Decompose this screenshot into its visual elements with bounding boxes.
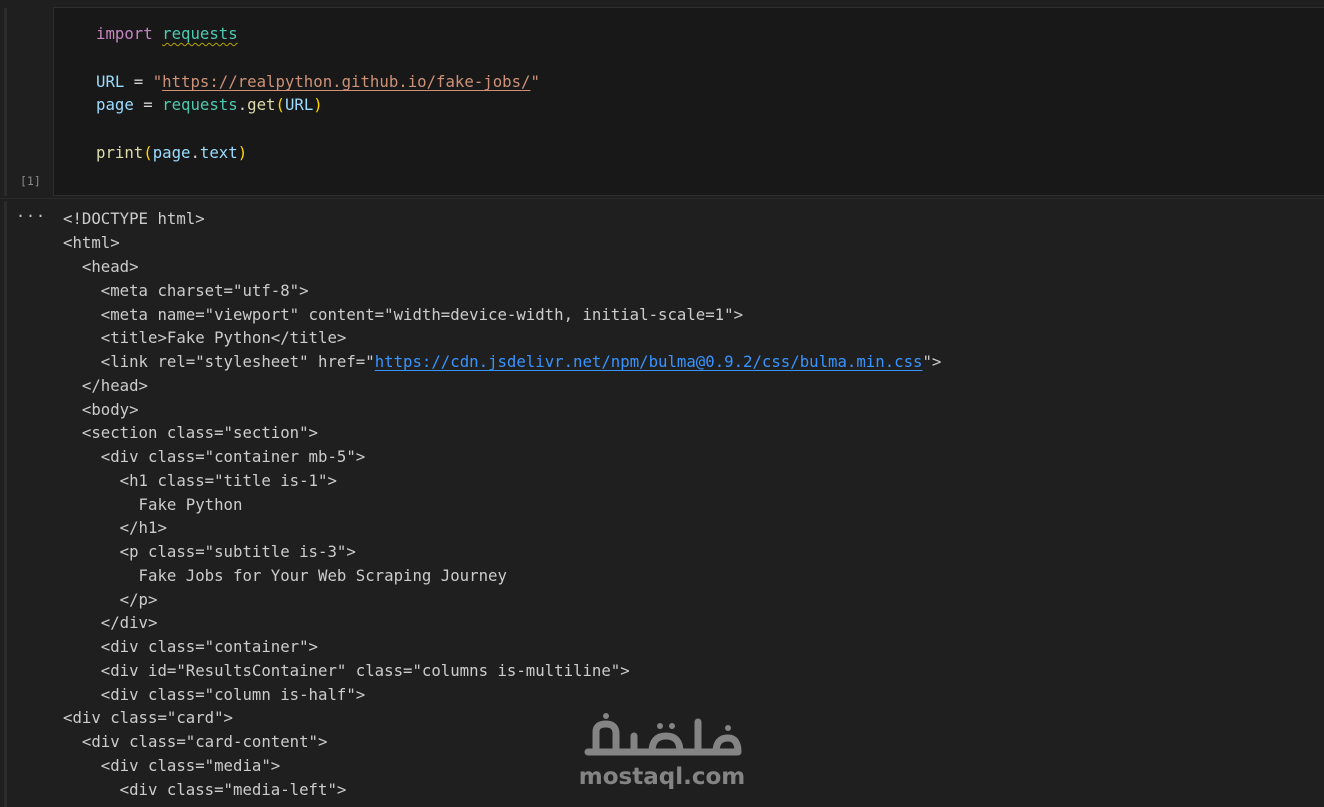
dot: . xyxy=(190,143,200,162)
output-line: Fake Python xyxy=(63,495,243,514)
output-line: <div class="card"> xyxy=(63,708,234,727)
paren-close: ) xyxy=(237,143,248,162)
variable-page: page xyxy=(96,95,134,114)
quote-open: " xyxy=(152,72,163,91)
output-line: <html> xyxy=(63,233,120,252)
watermark: mostaql.com xyxy=(576,712,748,794)
module-name: requests xyxy=(162,24,238,43)
output-line: <div class="media-left"> xyxy=(63,780,347,799)
operator-assign: = xyxy=(124,72,153,91)
paren-open: ( xyxy=(275,95,285,114)
object-page: page xyxy=(152,143,191,162)
mostaql-logo xyxy=(584,713,742,756)
output-line: </p> xyxy=(63,590,158,609)
watermark-text: mostaql.com xyxy=(578,764,746,790)
output-line: <body> xyxy=(63,400,139,419)
output-line: </head> xyxy=(63,376,149,395)
output-line: <p class="subtitle is-3"> xyxy=(63,542,356,561)
link-prefix: <link rel="stylesheet" href=" xyxy=(63,352,375,371)
dot: . xyxy=(237,95,248,114)
output-line: <meta charset="utf-8"> xyxy=(63,281,309,300)
argument-url: URL xyxy=(284,95,314,114)
output-line: <!DOCTYPE html> xyxy=(63,209,205,228)
output-line: </div> xyxy=(63,613,158,632)
output-line: <h1 class="title is-1"> xyxy=(63,471,337,490)
attribute-text: text xyxy=(199,143,238,162)
output-gutter-bar xyxy=(4,201,7,807)
code-editor[interactable]: import requests URL = "https://realpytho… xyxy=(53,7,1324,196)
output-line: <meta name="viewport" content="width=dev… xyxy=(63,305,744,324)
execution-count: [1] xyxy=(20,174,41,188)
output-line: <div class="card-content"> xyxy=(63,732,328,751)
paren-close: ) xyxy=(313,95,323,114)
stylesheet-link[interactable]: https://cdn.jsdelivr.net/npm/bulma@0.9.2… xyxy=(375,352,923,371)
code-line-2: URL = "https://realpython.github.io/fake… xyxy=(96,70,540,94)
code-line-1: import requests xyxy=(96,22,238,46)
output-line: </h1> xyxy=(63,518,167,537)
output-line: <div id="ResultsContainer" class="column… xyxy=(63,661,630,680)
output-line: <div class="container"> xyxy=(63,637,319,656)
output-line: <div class="column is-half"> xyxy=(63,685,366,704)
output-line: <div class="container mb-5"> xyxy=(63,447,366,466)
paren-open: ( xyxy=(143,143,153,162)
output-line: <head> xyxy=(63,257,139,276)
output-line: <title>Fake Python</title> xyxy=(63,328,347,347)
output-line: <section class="section"> xyxy=(63,423,319,442)
function-get: get xyxy=(247,95,276,114)
function-print: print xyxy=(96,143,144,162)
variable-url: URL xyxy=(96,72,125,91)
operator-assign: = xyxy=(133,95,163,114)
output-line: <div class="media"> xyxy=(63,756,281,775)
url-string[interactable]: https://realpython.github.io/fake-jobs/ xyxy=(162,72,530,91)
code-line-3: page = requests.get(URL) xyxy=(96,93,323,117)
more-actions-icon[interactable]: ··· xyxy=(16,207,46,225)
cell-gutter-bar xyxy=(4,8,7,196)
output-line: Fake Jobs for Your Web Scraping Journey xyxy=(63,566,507,585)
keyword-import: import xyxy=(96,24,153,43)
module-ref: requests xyxy=(162,95,238,114)
code-cell[interactable]: [1] import requests URL = "https://realp… xyxy=(0,0,1324,196)
link-suffix: "> xyxy=(922,352,942,371)
output-line-stylesheet: <link rel="stylesheet" href="https://cdn… xyxy=(63,350,942,374)
quote-close: " xyxy=(530,72,540,91)
code-line-4: print(page.text) xyxy=(96,141,247,165)
